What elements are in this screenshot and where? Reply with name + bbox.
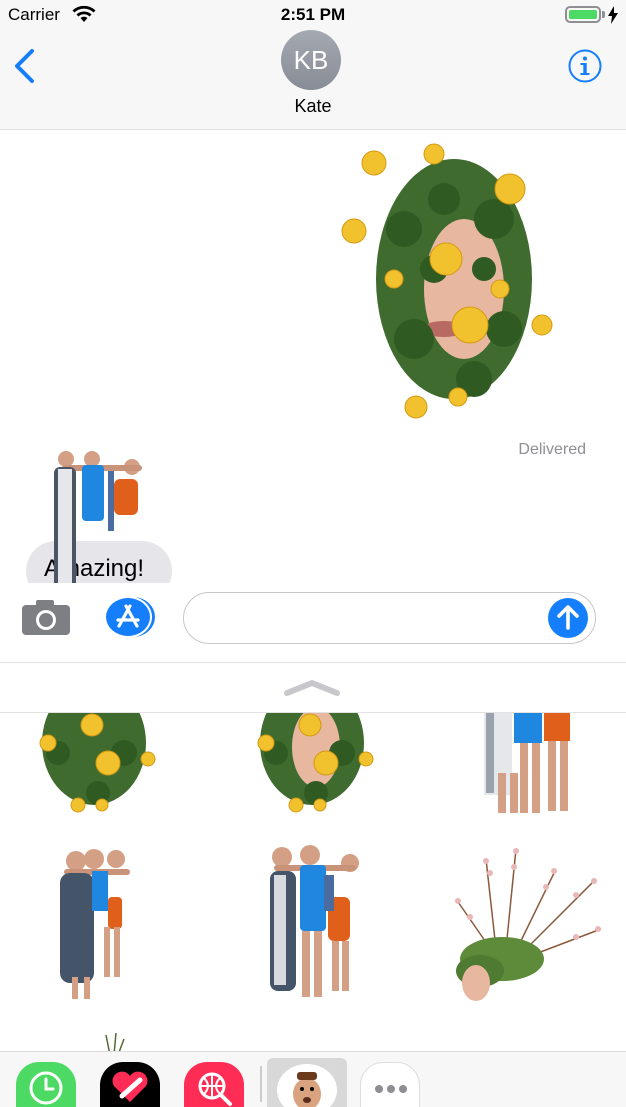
status-time: 2:51 PM [280, 5, 346, 24]
compose-bar [0, 583, 626, 663]
heart-icon [112, 1071, 148, 1102]
flower-face-sticker[interactable] [28, 713, 156, 817]
more-apps[interactable] [360, 1062, 420, 1107]
drawer-handle[interactable] [0, 663, 626, 713]
status-bar: Carrier 2:51 PM [0, 0, 626, 30]
flower-face-sticker[interactable] [246, 713, 374, 817]
camera-icon[interactable] [20, 597, 72, 637]
contact-name[interactable]: Kate [0, 96, 626, 117]
three-figures-sticker[interactable] [48, 451, 152, 583]
sticker-pack-app-icon [277, 1064, 337, 1107]
battery-icon [565, 6, 601, 23]
app-strip-divider [260, 1066, 262, 1102]
chevron-left-icon[interactable] [12, 48, 38, 84]
sticker-pack-app[interactable] [267, 1058, 347, 1107]
message-thread[interactable]: Delivered Amazing! [0, 131, 626, 583]
grass-sprig-sticker[interactable] [100, 1031, 130, 1051]
three-figures-sticker[interactable] [54, 847, 138, 1003]
app-store-icon[interactable] [102, 595, 158, 639]
globe-search-icon [198, 1072, 232, 1106]
conversation-header: KB Kate [0, 30, 626, 130]
bolt-icon [608, 6, 618, 24]
avatar[interactable]: KB [281, 30, 341, 90]
clock-icon [29, 1071, 63, 1105]
more-icon [375, 1085, 407, 1093]
send-arrow-icon[interactable] [547, 597, 589, 639]
images-search-app[interactable] [184, 1062, 244, 1107]
message-input[interactable] [183, 592, 596, 644]
flower-face-sticker[interactable] [334, 139, 556, 421]
three-figures-sticker[interactable] [474, 713, 578, 819]
chevron-up-icon[interactable] [283, 677, 341, 697]
sticker-grid [0, 713, 626, 1051]
battery-cap [602, 11, 605, 18]
digital-touch-app[interactable] [100, 1062, 160, 1107]
info-icon[interactable] [567, 48, 603, 84]
imessage-app-strip [0, 1051, 626, 1107]
battery-level [569, 10, 597, 19]
recents-app[interactable] [16, 1062, 76, 1107]
grass-head-sticker[interactable] [446, 839, 606, 1007]
delivered-status: Delivered [518, 441, 586, 458]
three-figures-sticker[interactable] [266, 845, 364, 1005]
